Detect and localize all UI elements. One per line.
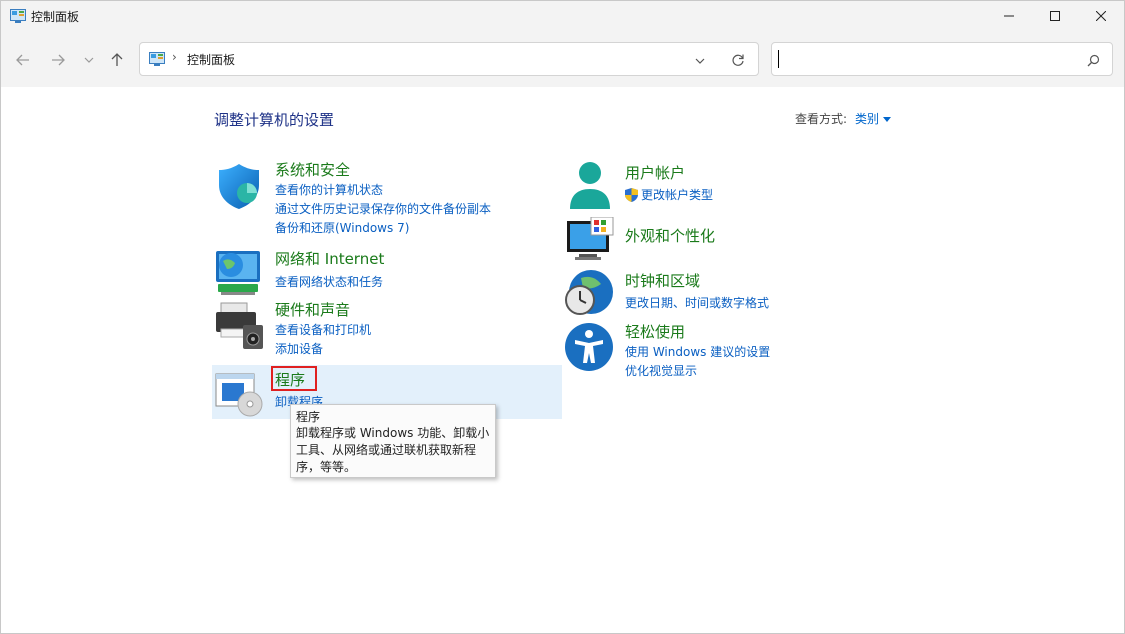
control-panel-icon: [10, 8, 26, 27]
chevron-down-icon: [695, 58, 705, 64]
programs-disc-icon: [213, 369, 265, 421]
arrow-left-icon: [16, 54, 29, 66]
programs-tooltip: 程序 卸载程序或 Windows 功能、卸载小工具、从网络或通过联机获取新程序，…: [290, 404, 496, 478]
category-title[interactable]: 用户帐户: [625, 162, 685, 183]
search-input[interactable]: [778, 49, 1082, 69]
address-history-button[interactable]: [694, 52, 706, 71]
view-by-dropdown[interactable]: 类别: [855, 112, 879, 126]
recent-locations-button[interactable]: [78, 49, 100, 71]
triangle-down-icon[interactable]: [883, 117, 892, 122]
clock-globe-icon: [563, 268, 615, 320]
back-button[interactable]: [12, 49, 34, 71]
category-title[interactable]: 时钟和区域: [625, 270, 700, 291]
chevron-right-icon: ›: [172, 50, 177, 64]
breadcrumb-control-panel[interactable]: 控制面板: [187, 51, 235, 68]
minimize-button[interactable]: [986, 1, 1032, 31]
category-title[interactable]: 轻松使用: [625, 321, 685, 342]
printer-speaker-icon: [213, 299, 265, 351]
search-box[interactable]: [771, 42, 1113, 76]
view-by-control: 查看方式: 类别: [795, 110, 892, 127]
link-windows-recommended-settings[interactable]: 使用 Windows 建议的设置: [625, 343, 770, 360]
link-network-status[interactable]: 查看网络状态和任务: [275, 273, 383, 290]
control-panel-icon: [149, 51, 165, 70]
link-optimize-visual-display[interactable]: 优化视觉显示: [625, 362, 697, 379]
link-change-date-time-format[interactable]: 更改日期、时间或数字格式: [625, 294, 769, 311]
up-button[interactable]: [106, 49, 128, 71]
accessibility-icon: [563, 321, 615, 373]
maximize-icon: [1050, 11, 1060, 21]
link-add-device[interactable]: 添加设备: [275, 340, 323, 357]
search-icon[interactable]: [1087, 52, 1100, 71]
window-title: 控制面板: [31, 10, 80, 24]
link-change-account-type[interactable]: 更改帐户类型: [641, 186, 713, 203]
category-title[interactable]: 系统和安全: [275, 159, 350, 180]
close-button[interactable]: [1078, 1, 1124, 31]
category-title[interactable]: 网络和 Internet: [275, 248, 384, 269]
arrow-up-icon: [111, 53, 123, 66]
tooltip-body: 卸载程序或 Windows 功能、卸载小工具、从网络或通过联机获取新程序，等等。: [296, 426, 490, 474]
link-file-history-backup[interactable]: 通过文件历史记录保存你的文件备份副本: [275, 200, 491, 217]
arrow-right-icon: [52, 54, 65, 66]
uac-shield-icon: [625, 187, 638, 206]
network-globe-icon: [213, 247, 265, 299]
link-devices-printers[interactable]: 查看设备和打印机: [275, 321, 371, 338]
view-by-label: 查看方式:: [795, 112, 848, 126]
chevron-down-icon: [84, 57, 94, 63]
forward-button[interactable]: [47, 49, 69, 71]
title-bar: 控制面板: [1, 1, 1124, 31]
navigation-bar: › 控制面板: [1, 31, 1124, 87]
minimize-icon: [1004, 15, 1014, 17]
link-view-computer-status[interactable]: 查看你的计算机状态: [275, 181, 383, 198]
user-avatar-icon: [563, 161, 615, 213]
category-title[interactable]: 外观和个性化: [625, 225, 715, 246]
close-icon: [1096, 11, 1106, 21]
category-title[interactable]: 硬件和声音: [275, 299, 350, 320]
page-heading: 调整计算机的设置: [214, 111, 335, 129]
address-bar[interactable]: › 控制面板: [139, 42, 759, 76]
refresh-icon: [732, 54, 744, 66]
monitor-personalize-icon: [565, 216, 617, 269]
control-panel-window: 控制面板 › 控制面板 调整计算机的设置 查看方式: 类别 系统和安全 查看你的…: [0, 0, 1125, 634]
link-backup-restore[interactable]: 备份和还原(Windows 7): [275, 219, 409, 236]
shield-icon: [213, 161, 265, 213]
maximize-button[interactable]: [1032, 1, 1078, 31]
focus-rectangle: [271, 366, 317, 391]
refresh-button[interactable]: [731, 52, 745, 71]
tooltip-title: 程序: [296, 410, 321, 424]
